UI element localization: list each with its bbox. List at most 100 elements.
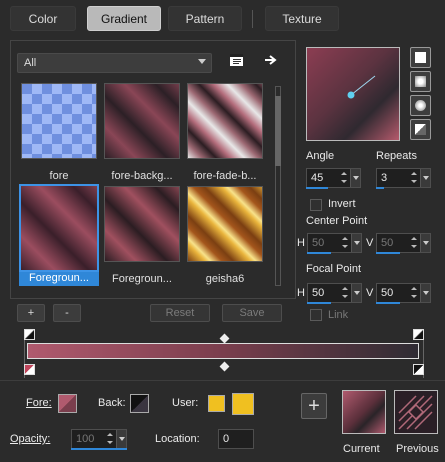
- sunburst-style-button[interactable]: [410, 95, 431, 116]
- reset-button[interactable]: Reset: [150, 304, 210, 322]
- invert-checkbox[interactable]: [310, 199, 322, 211]
- top-left-stop-marker[interactable]: [24, 329, 35, 340]
- stepper-arrows-icon[interactable]: [410, 170, 419, 186]
- focal-point-label: Focal Point: [306, 263, 362, 275]
- angle-slider[interactable]: [306, 187, 328, 189]
- tab-gradient[interactable]: Gradient: [87, 6, 161, 31]
- tab-color-label: Color: [28, 11, 58, 26]
- focal-v-stepper[interactable]: 50: [376, 283, 431, 303]
- angle-value: 45: [311, 172, 324, 184]
- center-h-stepper[interactable]: 50: [307, 233, 362, 253]
- center-v-slider[interactable]: [376, 252, 400, 254]
- repeats-stepper[interactable]: 3: [376, 168, 431, 188]
- save-button[interactable]: Save: [222, 304, 282, 322]
- location-input[interactable]: 0: [218, 429, 254, 449]
- top-right-stop-marker[interactable]: [413, 329, 424, 340]
- angle-label: Angle: [306, 150, 335, 162]
- dropdown-arrow-icon[interactable]: [351, 234, 361, 252]
- center-h-value: 50: [312, 237, 325, 249]
- opacity-stepper[interactable]: 100: [71, 429, 127, 449]
- gradient-swatch-fore-background[interactable]: [104, 83, 180, 159]
- user-color-chip-1[interactable]: [208, 395, 225, 412]
- gradient-swatch-foreground-selected[interactable]: [19, 184, 99, 272]
- rectangular-style-button[interactable]: [410, 71, 431, 92]
- add-color-button[interactable]: +: [301, 393, 327, 419]
- invert-label: Invert: [328, 198, 356, 210]
- opacity-value: 100: [76, 433, 95, 445]
- angle-stepper[interactable]: 45: [306, 168, 361, 188]
- gradient-label: geisha6: [205, 273, 245, 285]
- gradient-swatch-fore[interactable]: [21, 83, 97, 159]
- focal-h-stepper[interactable]: 50: [307, 283, 362, 303]
- radial-style-icon: [415, 124, 426, 135]
- location-label: Location:: [155, 433, 200, 445]
- stepper-arrows-icon[interactable]: [410, 285, 419, 301]
- stepper-arrows-icon[interactable]: [410, 235, 419, 251]
- repeats-value: 3: [381, 172, 388, 184]
- stepper-arrows-icon[interactable]: [341, 285, 350, 301]
- angle-handle[interactable]: [307, 48, 401, 142]
- opacity-label: Opacity:: [10, 433, 51, 445]
- gradient-label: Foregroun...: [112, 273, 172, 285]
- dropdown-arrow-icon[interactable]: [420, 234, 430, 252]
- add-gradient-button[interactable]: +: [17, 304, 45, 322]
- center-point-label: Center Point: [306, 215, 368, 227]
- sunburst-style-icon: [415, 100, 426, 111]
- save-label: Save: [239, 307, 265, 319]
- center-v-stepper[interactable]: 50: [376, 233, 431, 253]
- previous-gradient-thumbnail[interactable]: [394, 390, 438, 434]
- previous-pattern-icon: [398, 395, 433, 430]
- dropdown-arrow-icon[interactable]: [116, 430, 126, 448]
- fore-label: Fore:: [26, 397, 52, 409]
- current-label: Current: [343, 443, 380, 455]
- remove-gradient-label: -: [65, 307, 69, 319]
- linear-style-icon: [415, 52, 426, 63]
- back-stop-marker[interactable]: [413, 364, 424, 375]
- stepper-arrows-icon[interactable]: [106, 431, 115, 447]
- user-color-chip-2[interactable]: [232, 393, 254, 415]
- focal-v-label: V: [366, 287, 374, 299]
- remove-gradient-button[interactable]: -: [53, 304, 81, 322]
- dropdown-arrow-icon[interactable]: [350, 169, 360, 187]
- fore-color-chip[interactable]: [58, 394, 77, 413]
- previous-label: Previous: [396, 443, 439, 455]
- opacity-slider[interactable]: [71, 448, 127, 450]
- gradient-label-selected: Foregroun...: [19, 272, 99, 286]
- repeats-slider[interactable]: [376, 187, 384, 189]
- stepper-arrows-icon[interactable]: [340, 170, 349, 186]
- gradient-preview[interactable]: [306, 47, 400, 141]
- center-v-value: 50: [381, 237, 394, 249]
- radial-style-button[interactable]: [410, 119, 431, 140]
- gradient-editor-bar[interactable]: [27, 343, 419, 359]
- linear-style-button[interactable]: [410, 47, 431, 68]
- tab-separator: [252, 10, 253, 28]
- dropdown-arrow-icon[interactable]: [351, 284, 361, 302]
- focal-v-slider[interactable]: [376, 302, 400, 304]
- fore-stop-marker[interactable]: [24, 364, 35, 375]
- category-dropdown-value: All: [24, 57, 37, 69]
- focal-h-slider[interactable]: [307, 302, 331, 304]
- user-label: User:: [172, 397, 199, 409]
- tab-texture[interactable]: Texture: [265, 6, 339, 31]
- link-label: Link: [328, 309, 349, 321]
- focal-v-value: 50: [381, 287, 394, 299]
- repeats-label: Repeats: [376, 150, 417, 162]
- dropdown-arrow-icon[interactable]: [420, 169, 430, 187]
- library-scrollbar-thumb[interactable]: [275, 96, 281, 166]
- dropdown-arrow-icon[interactable]: [420, 284, 430, 302]
- category-dropdown[interactable]: All: [17, 53, 212, 73]
- arrow-right-icon[interactable]: [264, 53, 278, 67]
- chevron-down-icon: [198, 59, 206, 64]
- back-color-chip[interactable]: [130, 394, 149, 413]
- tab-pattern[interactable]: Pattern: [168, 6, 242, 31]
- tab-gradient-label: Gradient: [100, 11, 148, 26]
- gradient-swatch-geisha[interactable]: [187, 186, 263, 262]
- new-document-icon[interactable]: [229, 52, 245, 68]
- center-h-slider[interactable]: [307, 252, 331, 254]
- tab-color[interactable]: Color: [10, 6, 76, 31]
- bottom-divider: [0, 380, 445, 381]
- stepper-arrows-icon[interactable]: [341, 235, 350, 251]
- gradient-swatch-fore-fade[interactable]: [187, 83, 263, 159]
- gradient-swatch-foreground[interactable]: [104, 186, 180, 262]
- link-checkbox[interactable]: [310, 309, 322, 321]
